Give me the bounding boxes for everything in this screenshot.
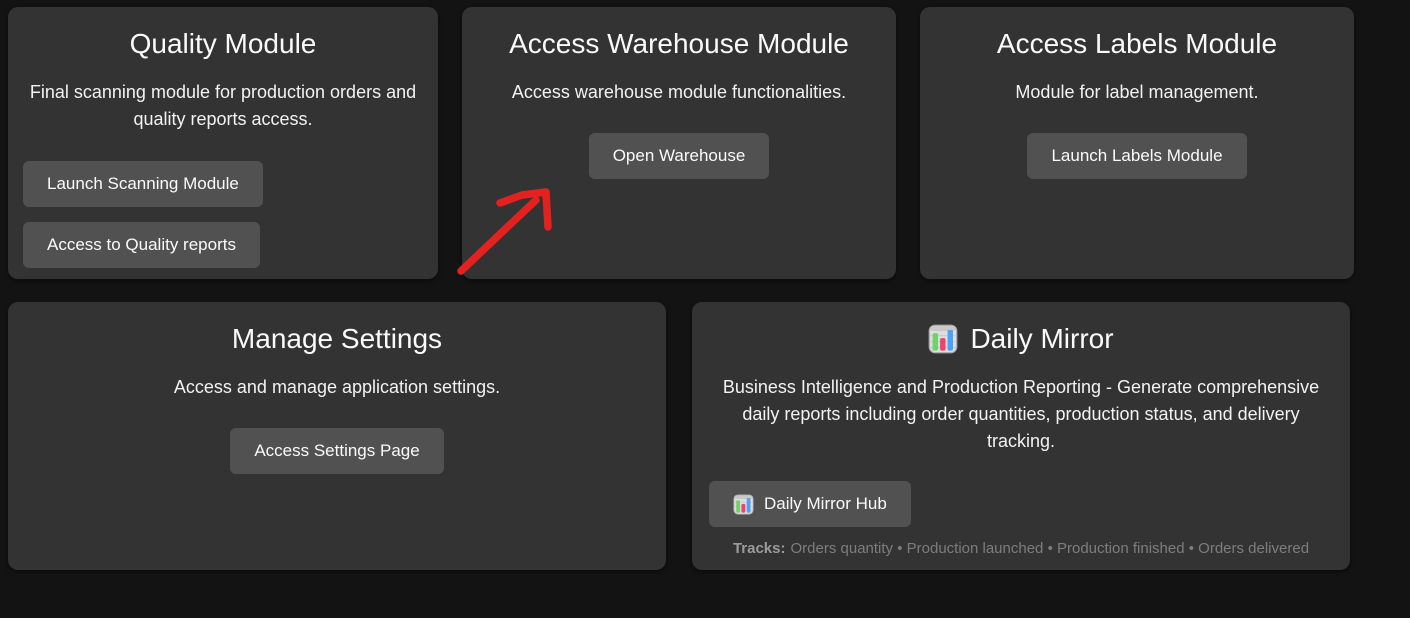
launch-labels-module-button[interactable]: Launch Labels Module <box>1027 133 1246 179</box>
warehouse-module-description: Access warehouse module functionalities. <box>482 79 876 106</box>
access-settings-page-button[interactable]: Access Settings Page <box>230 428 443 474</box>
labels-module-title: Access Labels Module <box>940 27 1334 60</box>
daily-mirror-description: Business Intelligence and Production Rep… <box>717 374 1325 455</box>
manage-settings-card: Manage Settings Access and manage applic… <box>8 302 666 570</box>
quality-buttons-group: Launch Scanning Module Access to Quality… <box>23 161 418 268</box>
manage-settings-title: Manage Settings <box>28 322 646 355</box>
bar-chart-icon <box>733 494 754 515</box>
quality-module-card: Quality Module Final scanning module for… <box>8 7 438 279</box>
bottom-row: Manage Settings Access and manage applic… <box>8 302 1354 570</box>
dashboard: Quality Module Final scanning module for… <box>8 7 1354 570</box>
bar-chart-icon <box>928 324 958 354</box>
daily-mirror-title: Daily Mirror <box>712 322 1330 355</box>
labels-module-description: Module for label management. <box>940 79 1334 106</box>
warehouse-module-card: Access Warehouse Module Access warehouse… <box>462 7 896 279</box>
daily-mirror-tracks: Tracks: Orders quantity • Production laun… <box>712 540 1330 557</box>
manage-settings-description: Access and manage application settings. <box>28 374 646 401</box>
daily-mirror-hub-button[interactable]: Daily Mirror Hub <box>709 481 911 527</box>
tracks-label: Tracks: <box>733 540 786 557</box>
quality-module-title: Quality Module <box>28 27 418 60</box>
quality-module-description: Final scanning module for production ord… <box>28 79 418 133</box>
daily-mirror-card: Daily Mirror Business Intelligence and P… <box>692 302 1350 570</box>
top-row: Quality Module Final scanning module for… <box>8 7 1354 279</box>
launch-scanning-module-button[interactable]: Launch Scanning Module <box>23 161 263 207</box>
tracks-text: Orders quantity • Production launched • … <box>791 540 1310 557</box>
warehouse-module-title: Access Warehouse Module <box>482 27 876 60</box>
labels-module-card: Access Labels Module Module for label ma… <box>920 7 1354 279</box>
access-quality-reports-button[interactable]: Access to Quality reports <box>23 222 260 268</box>
open-warehouse-button[interactable]: Open Warehouse <box>589 133 770 179</box>
daily-mirror-title-text: Daily Mirror <box>970 322 1113 355</box>
daily-mirror-hub-button-label: Daily Mirror Hub <box>764 494 887 514</box>
